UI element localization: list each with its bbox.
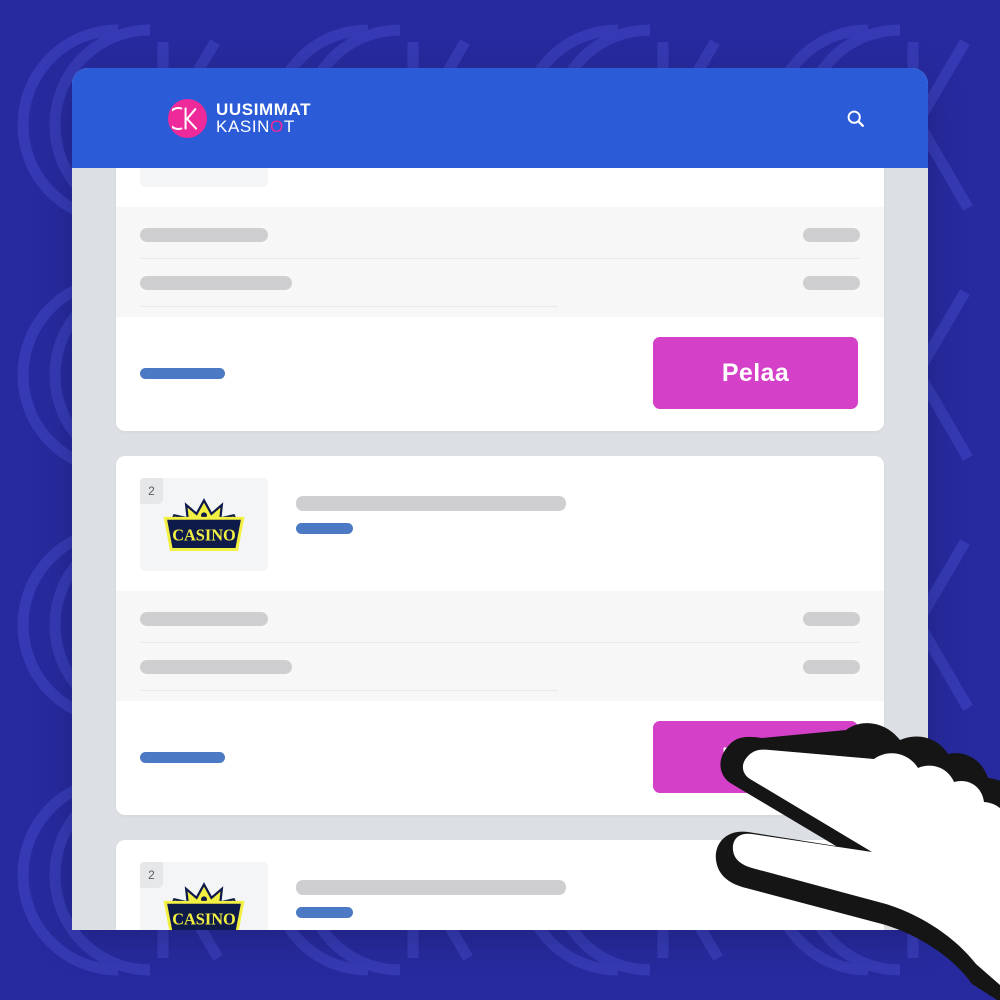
skeleton-detail-value <box>803 660 860 674</box>
detail-divider <box>140 306 558 307</box>
card-details <box>116 591 884 701</box>
casino-card[interactable]: 2 CASINO <box>116 840 884 930</box>
uk-monogram-icon <box>168 98 207 138</box>
skeleton-footer-link[interactable] <box>140 367 225 379</box>
brand-logo[interactable]: UUSIMMAT KASINOT <box>168 98 312 138</box>
detail-row <box>140 259 860 306</box>
rank-badge: 2 <box>140 478 163 504</box>
skeleton-detail-value <box>803 276 860 290</box>
skeleton-detail-label <box>140 612 268 626</box>
play-button[interactable]: Pelaa <box>653 721 858 793</box>
card-footer: Pelaa <box>116 701 884 815</box>
card-details <box>116 207 884 317</box>
detail-row <box>140 595 860 642</box>
detail-divider <box>140 690 558 691</box>
brand-line-2-accent: O <box>270 117 284 136</box>
skeleton-title-bar <box>296 496 566 511</box>
casino-brand-icon: CASINO <box>163 497 245 551</box>
casino-logo-text: CASINO <box>172 525 236 544</box>
casino-brand-icon: CASINO <box>163 881 245 930</box>
casino-brand-icon: CASINO <box>159 168 249 170</box>
card-header: 2 CASINO <box>116 840 884 930</box>
skeleton-link-bar <box>296 523 353 534</box>
skeleton-detail-label <box>140 228 268 242</box>
casino-logo-text: CASINO <box>172 909 236 928</box>
skeleton-detail-value <box>803 228 860 242</box>
casino-logo-tile: 2 CASINO <box>140 862 268 930</box>
skeleton-footer-link[interactable] <box>140 751 225 763</box>
skeleton-detail-label <box>140 276 292 290</box>
site-header: UUSIMMAT KASINOT <box>72 68 928 168</box>
skeleton-detail-label <box>140 660 292 674</box>
browser-window: UUSIMMAT KASINOT Pelaa 2 CASINO Pelaa 2 … <box>72 68 928 930</box>
brand-wordmark: UUSIMMAT KASINOT <box>216 99 312 136</box>
card-title-skeletons <box>296 862 566 918</box>
detail-row <box>140 211 860 258</box>
casino-card[interactable]: 2 CASINO <box>116 456 884 815</box>
search-icon[interactable] <box>838 101 872 135</box>
casino-card[interactable]: CASINO <box>116 168 884 431</box>
page-backdrop: UUSIMMAT KASINOT Pelaa 2 CASINO Pelaa 2 … <box>0 0 1000 1000</box>
rank-badge: 2 <box>140 862 163 888</box>
card-header: CASINO <box>116 168 884 207</box>
skeleton-detail-value <box>803 612 860 626</box>
play-button[interactable]: Pelaa <box>653 337 858 409</box>
card-title-skeletons <box>296 478 566 534</box>
card-header: 2 CASINO <box>116 456 884 591</box>
detail-row <box>140 643 860 690</box>
casino-list: CASINO <box>72 168 928 930</box>
brand-line-2: KASINOT <box>216 118 311 135</box>
brand-line-1: UUSIMMAT <box>216 99 312 119</box>
casino-logo-tile: 2 CASINO <box>140 478 268 571</box>
brand-line-2-post: T <box>283 117 295 136</box>
brand-line-2-pre: KASIN <box>216 117 271 136</box>
casino-logo-tile: CASINO <box>140 168 268 187</box>
skeleton-title-bar <box>296 880 566 895</box>
card-footer: Pelaa <box>116 317 884 431</box>
skeleton-link-bar <box>296 907 353 918</box>
